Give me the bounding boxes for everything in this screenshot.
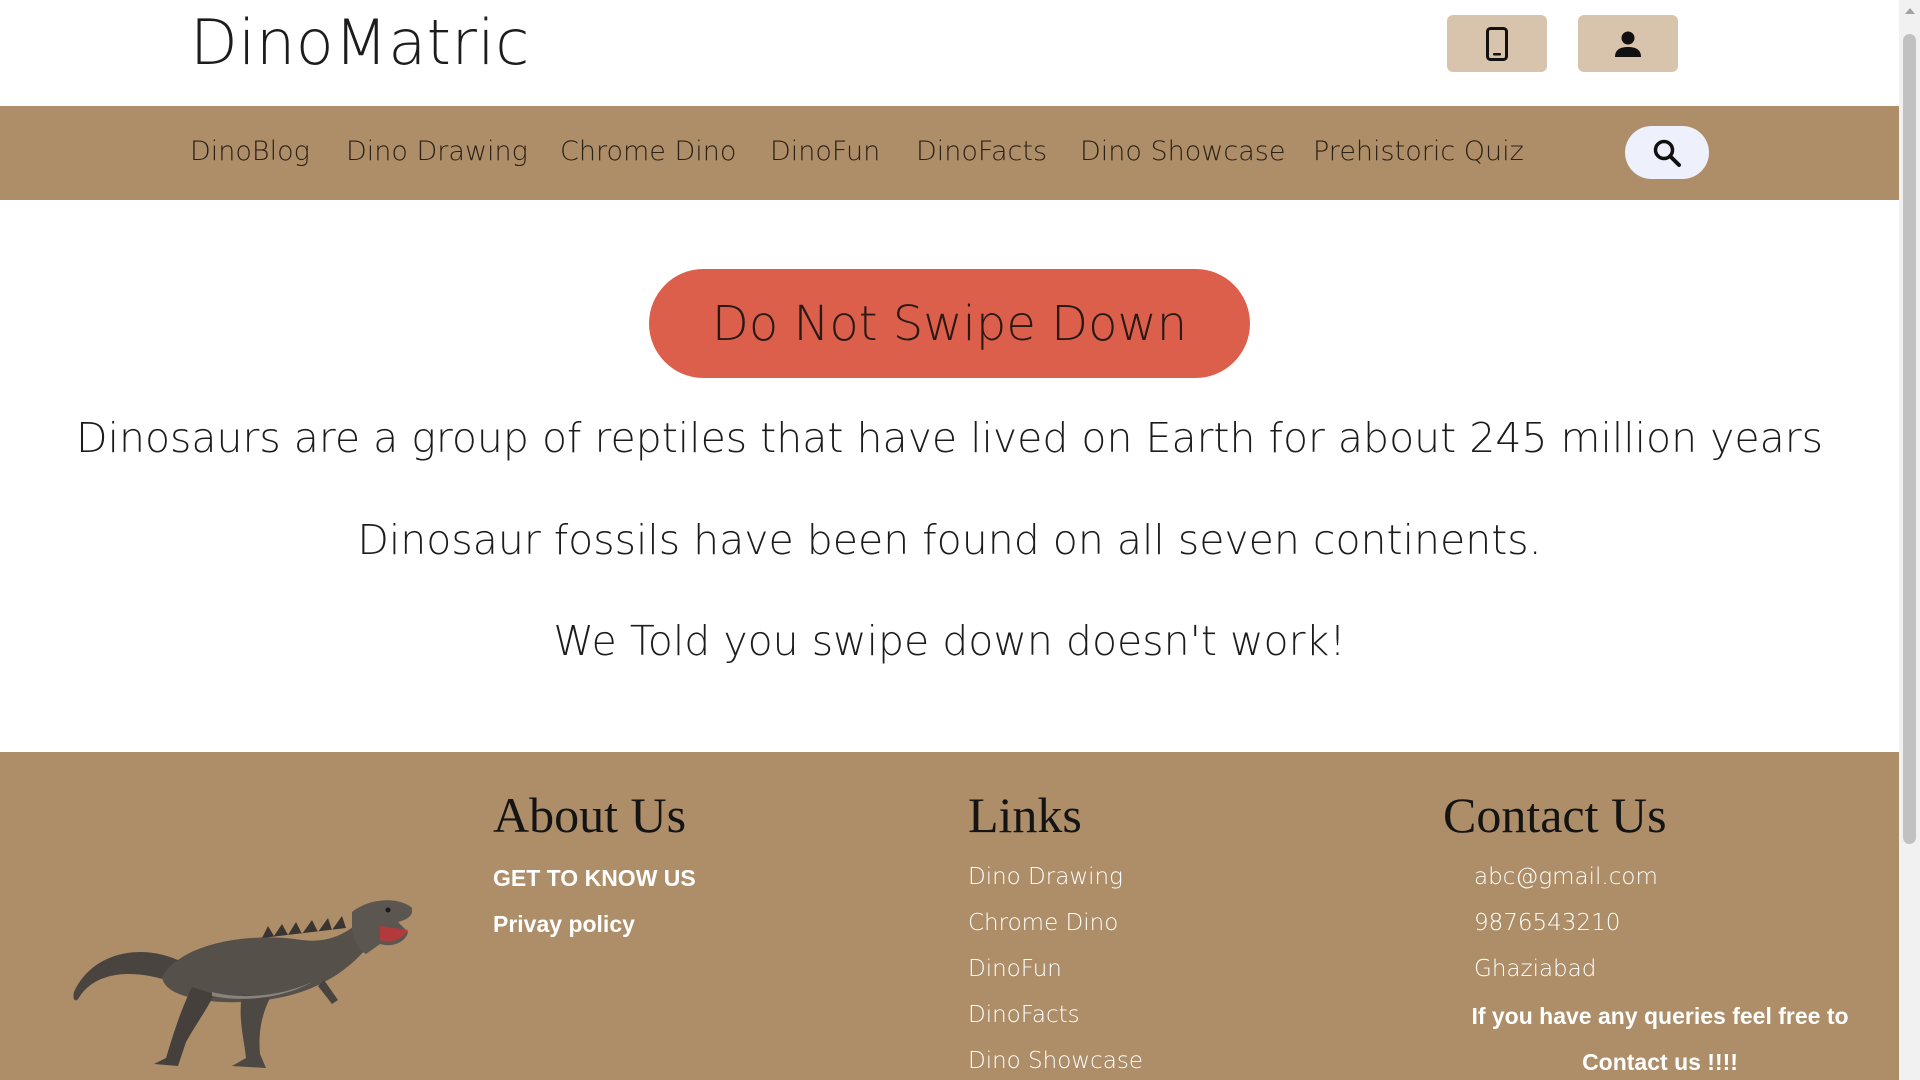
do-not-swipe-button[interactable]: Do Not Swipe Down [649,269,1250,378]
site-header: DinoMatric [0,0,1899,106]
site-logo[interactable]: DinoMatric [190,6,530,79]
phone-button[interactable] [1447,15,1547,72]
search-button[interactable] [1625,126,1709,179]
smartphone-icon [1486,26,1508,61]
footer-link-dinofun[interactable]: DinoFun [968,956,1062,982]
site-footer: About Us GET TO KNOW US Privay policy Li… [0,752,1899,1080]
account-button[interactable] [1578,15,1678,72]
footer-link-dinofacts[interactable]: DinoFacts [968,1002,1080,1028]
about-heading: About Us [493,787,687,843]
contact-note-line-1: If you have any queries feel free to [1471,1003,1849,1029]
nav-item-prehistoric-quiz[interactable]: Prehistoric Quiz [1313,136,1524,167]
nav-item-chrome-dino[interactable]: Chrome Dino [560,136,736,167]
main-nav: DinoBlog Dino Drawing Chrome Dino DinoFu… [0,106,1899,200]
footer-link-dino-drawing[interactable]: Dino Drawing [968,864,1123,890]
get-to-know-us-link[interactable]: GET TO KNOW US [493,865,696,892]
nav-item-dinofacts[interactable]: DinoFacts [916,136,1047,167]
fact-text-1: Dinosaurs are a group of reptiles that h… [76,414,1823,462]
contact-email[interactable]: abc@gmail.com [1474,864,1658,890]
page-scrollbar[interactable] [1899,0,1920,1080]
nav-item-dino-showcase[interactable]: Dino Showcase [1080,136,1285,167]
search-icon [1653,139,1681,167]
contact-note-line-2: Contact us !!!! [1582,1049,1738,1075]
nav-item-dino-drawing[interactable]: Dino Drawing [346,136,528,167]
links-heading: Links [968,787,1082,843]
nav-item-dinofun[interactable]: DinoFun [770,136,880,167]
privacy-policy-link[interactable]: Privay policy [493,911,635,938]
fact-text-3: We Told you swipe down doesn't work! [553,617,1346,665]
fact-text-2: Dinosaur fossils have been found on all … [357,516,1542,564]
footer-link-chrome-dino[interactable]: Chrome Dino [968,910,1118,936]
scrollbar-thumb[interactable] [1903,34,1916,844]
page: DinoMatric DinoBlog Dino Drawing Chrome … [0,0,1899,1080]
scroll-up-arrow-icon[interactable] [1905,8,1915,14]
footer-link-dino-showcase[interactable]: Dino Showcase [968,1048,1143,1074]
contact-phone[interactable]: 9876543210 [1474,910,1620,936]
nav-item-dinoblog[interactable]: DinoBlog [190,136,310,167]
person-icon [1615,31,1641,57]
dinosaur-illustration [73,900,412,1068]
contact-city: Ghaziabad [1474,956,1597,982]
contact-heading: Contact Us [1443,787,1667,843]
